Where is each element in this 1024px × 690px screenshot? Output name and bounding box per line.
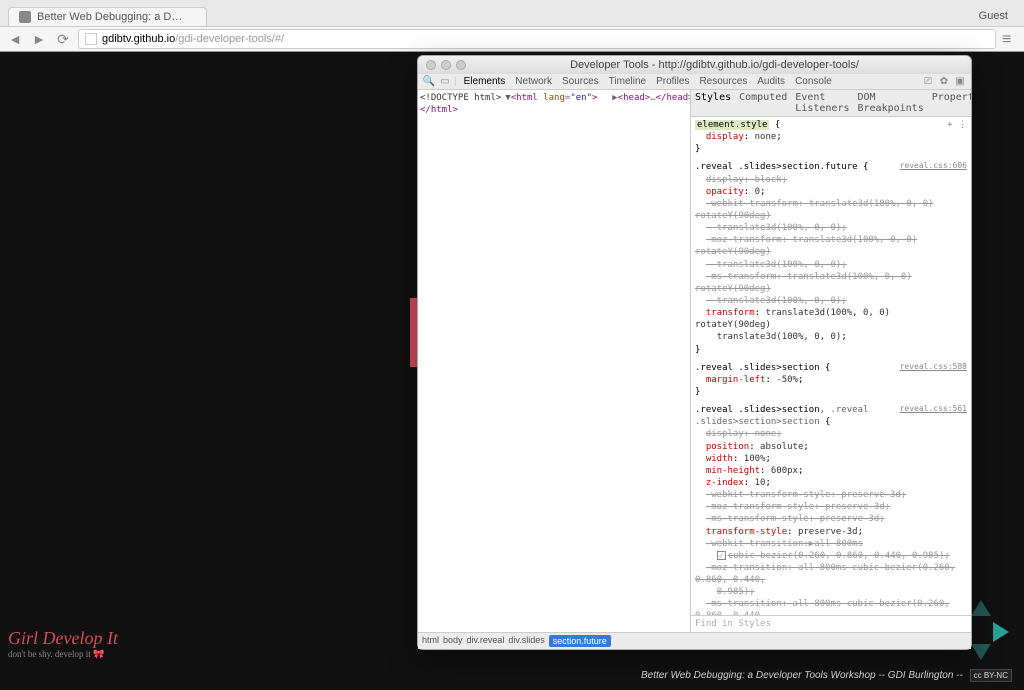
styles-filter[interactable]: Find in Styles	[691, 615, 971, 632]
devtools-titlebar[interactable]: Developer Tools - http://gdibtv.github.i…	[418, 56, 971, 74]
settings-icon[interactable]: ✿	[937, 76, 951, 87]
devtools-title: Developer Tools - http://gdibtv.github.i…	[466, 59, 963, 71]
favicon-icon	[19, 11, 31, 23]
nav-up-icon[interactable]	[971, 600, 991, 616]
breadcrumb-item[interactable]: body	[443, 635, 463, 647]
devtools-tab-profiles[interactable]: Profiles	[651, 74, 694, 89]
devtools-tab-resources[interactable]: Resources	[694, 74, 752, 89]
tab-title: Better Web Debugging: a D…	[37, 11, 182, 23]
styles-tab-styles[interactable]: Styles	[695, 92, 731, 114]
console-toggle-icon[interactable]: ⎚	[921, 76, 935, 87]
url-host: gdibtv.github.io	[102, 33, 175, 45]
forward-button[interactable]: ►	[30, 30, 48, 48]
devtools-tabbar: 🔍 ▭ | ElementsNetworkSourcesTimelineProf…	[418, 74, 971, 90]
back-button[interactable]: ◄	[6, 30, 24, 48]
gdi-tagline: don't be shy. develop it 🎀	[8, 649, 118, 660]
dock-icon[interactable]: ▣	[953, 76, 967, 87]
elements-breadcrumb[interactable]: html body div.revealdiv.slides section.futu…	[418, 632, 971, 649]
browser-tab[interactable]: Better Web Debugging: a D…	[8, 7, 207, 26]
breadcrumb-item[interactable]: div.slides	[508, 635, 544, 647]
styles-tab-properties[interactable]: Properties	[932, 92, 971, 114]
page-icon	[85, 33, 97, 45]
inspect-icon[interactable]: 🔍	[422, 76, 436, 87]
devtools-tab-elements[interactable]: Elements	[459, 74, 511, 89]
device-icon[interactable]: ▭	[438, 76, 452, 87]
guest-badge[interactable]: Guest	[973, 6, 1014, 26]
devtools-tab-console[interactable]: Console	[790, 74, 837, 89]
traffic-lights[interactable]	[426, 60, 466, 70]
devtools-tab-sources[interactable]: Sources	[557, 74, 604, 89]
devtools-tab-timeline[interactable]: Timeline	[604, 74, 651, 89]
devtools-tab-audits[interactable]: Audits	[752, 74, 790, 89]
url-input[interactable]: gdibtv.github.io/gdi-developer-tools/#/	[78, 29, 996, 49]
gdi-name: Girl Develop It	[8, 628, 118, 649]
gdi-logo: Girl Develop It don't be shy. develop it…	[8, 628, 118, 660]
styles-panel: Styles Computed Event Listeners DOM Breakpo…	[691, 90, 971, 632]
page-viewport: BI DEB A DEV Follow a gdibtv.g Girl Deve…	[0, 52, 1024, 690]
styles-tab-computed[interactable]: Computed	[739, 92, 787, 114]
nav-right-icon[interactable]	[993, 622, 1009, 642]
browser-chrome: Better Web Debugging: a D… Guest ◄ ► ⟳ g…	[0, 0, 1024, 52]
license-badge: cc BY-NC	[970, 669, 1012, 682]
nav-down-icon[interactable]	[971, 644, 991, 660]
styles-tab-dom-breakpoints[interactable]: DOM Breakpoints	[857, 92, 923, 114]
devtools-window[interactable]: Developer Tools - http://gdibtv.github.i…	[417, 55, 972, 650]
breadcrumb-item[interactable]: div.reveal	[467, 635, 505, 647]
breadcrumb-item[interactable]: html	[422, 635, 439, 647]
elements-panel[interactable]: <!DOCTYPE html>▼<html lang="en"> ▶<head>…	[418, 90, 691, 632]
devtools-tab-network[interactable]: Network	[510, 74, 557, 89]
styles-tabs: Styles Computed Event Listeners DOM Breakpo…	[691, 90, 971, 117]
url-path: /gdi-developer-tools/#/	[175, 33, 284, 45]
reload-button[interactable]: ⟳	[54, 30, 72, 48]
footer-text: Better Web Debugging: a Developer Tools …	[641, 669, 1012, 682]
styles-content[interactable]: element.style { + ⋮ display: none;}revea…	[691, 117, 971, 615]
styles-tab-event-listeners[interactable]: Event Listeners	[795, 92, 849, 114]
breadcrumb-item[interactable]: section.future	[549, 635, 611, 647]
chrome-menu-icon[interactable]: ≡	[1002, 31, 1018, 47]
